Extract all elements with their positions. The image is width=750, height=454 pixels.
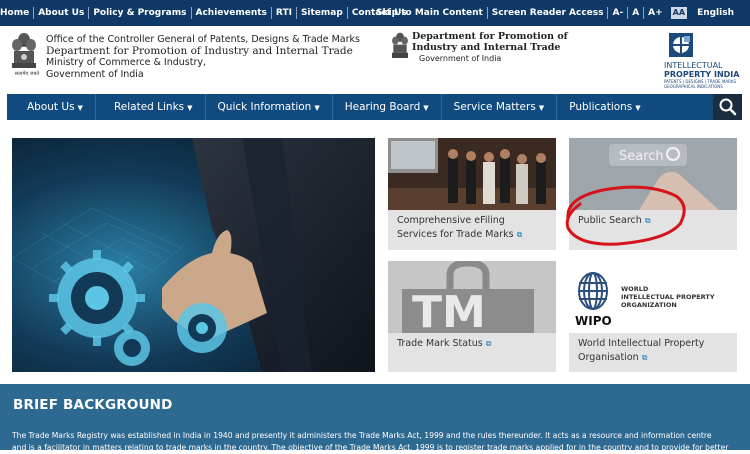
external-link-icon: ⧉ xyxy=(516,230,523,239)
wipo-card-label: World Intellectual Property Organisation… xyxy=(578,337,728,365)
wipo-logo-line2: INTELLECTUAL PROPERTY xyxy=(621,293,715,301)
dpiit-line3: Government of India xyxy=(419,54,502,63)
caret-down-icon: ▼ xyxy=(635,104,641,112)
caret-down-icon: ▼ xyxy=(423,104,429,112)
high-contrast-button[interactable]: AA xyxy=(670,7,688,19)
caret-down-icon: ▼ xyxy=(187,104,193,112)
dpiit-logo-text: Department for Promotion of Industry and… xyxy=(412,31,568,64)
top-link-rti[interactable]: RTI xyxy=(272,7,297,19)
caret-down-icon: ▼ xyxy=(77,104,83,112)
caret-down-icon: ▼ xyxy=(314,104,320,112)
government-title: Government of India xyxy=(46,68,144,80)
brief-line-1: The Trade Marks Registry was established… xyxy=(12,431,712,440)
efiling-card-image xyxy=(388,138,556,210)
screen-reader-access-link[interactable]: Screen Reader Access xyxy=(488,7,609,19)
ip-line4: GEOGRAPHICAL INDICATIONS xyxy=(664,84,723,89)
nav-publications[interactable]: Publications ▼ xyxy=(557,94,652,120)
wipo-logo: WIPO WORLD INTELLECTUAL PROPERTY ORGANIZ… xyxy=(569,261,737,333)
language-selector[interactable]: English xyxy=(693,7,738,19)
nav-hearing-board[interactable]: Hearing Board ▼ xyxy=(333,94,442,120)
wipo-card-image: WIPO WORLD INTELLECTUAL PROPERTY ORGANIZ… xyxy=(569,261,737,333)
ip-line2: PROPERTY INDIA xyxy=(664,70,740,79)
efiling-card-label: Comprehensive eFiling Services for Trade… xyxy=(397,214,547,242)
efiling-card-text: Comprehensive eFiling Services for Trade… xyxy=(397,215,514,240)
dpiit-emblem-icon xyxy=(390,30,410,66)
main-navigation: About Us ▼ Related Links ▼ Quick Informati… xyxy=(7,94,742,120)
ip-india-logo[interactable]: INTELLECTUAL PROPERTY INDIA PATENTS | DE… xyxy=(664,31,744,91)
top-links: Home About Us Policy & Programs Achievem… xyxy=(0,7,411,19)
caret-down-icon: ▼ xyxy=(538,104,545,112)
brief-line-2: and is a facilitator in matters relating… xyxy=(12,443,729,452)
tm-image-text: TM xyxy=(412,287,486,333)
hero-banner-image xyxy=(12,138,375,372)
lion-capital-small-icon xyxy=(392,32,408,58)
wipo-logo-line3: ORGANIZATION xyxy=(621,301,677,309)
search-image-text: Search xyxy=(619,149,664,164)
people-at-event-photo xyxy=(388,138,556,210)
top-link-home[interactable]: Home xyxy=(0,7,35,19)
emblem-caption: सत्यमेव जयते xyxy=(14,71,40,77)
dpiit-line2: Industry and Internal Trade xyxy=(412,42,561,53)
brief-background-section: BRIEF BACKGROUND The Trade Marks Registr… xyxy=(0,384,750,452)
nav-related-links[interactable]: Related Links ▼ xyxy=(96,94,206,120)
nav-hearing-board-label: Hearing Board xyxy=(344,101,421,113)
wipo-logo-line1: WORLD xyxy=(621,285,649,293)
top-utility-bar: Home About Us Policy & Programs Achievem… xyxy=(0,0,750,26)
nav-about-us[interactable]: About Us ▼ xyxy=(7,94,96,120)
dpiit-line1: Department for Promotion of xyxy=(412,31,568,42)
font-decrease-button[interactable]: A- xyxy=(608,7,629,19)
search-button[interactable] xyxy=(713,94,742,120)
ministry-title: Ministry of Commerce & Industry, xyxy=(46,57,207,68)
font-increase-button[interactable]: A+ xyxy=(644,7,667,19)
font-normal-button[interactable]: A xyxy=(628,7,645,19)
top-link-policy-programs[interactable]: Policy & Programs xyxy=(89,7,192,19)
nav-service-matters-label: Service Matters xyxy=(453,101,536,113)
skip-to-main-content-link[interactable]: Skip to Main Content xyxy=(372,7,488,19)
office-title-block: Office of the Controller General of Pate… xyxy=(46,34,360,80)
brief-background-text: The Trade Marks Registry was established… xyxy=(12,430,750,454)
wipo-abbr: WIPO xyxy=(575,314,612,328)
national-emblem-icon: सत्यमेव जयते xyxy=(9,31,39,81)
top-link-sitemap[interactable]: Sitemap xyxy=(297,7,348,19)
wipo-card[interactable]: WIPO WORLD INTELLECTUAL PROPERTY ORGANIZ… xyxy=(569,261,737,372)
tm-padlock-photo: TM xyxy=(388,261,556,333)
ip-line1: INTELLECTUAL xyxy=(664,61,723,70)
gears-hand-illustration xyxy=(12,138,375,372)
trade-mark-status-card-image: TM xyxy=(388,261,556,333)
annotation-circle xyxy=(565,185,686,246)
efiling-card[interactable]: Comprehensive eFiling Services for Trade… xyxy=(388,138,556,250)
ip-india-text: INTELLECTUAL PROPERTY INDIA PATENTS | DE… xyxy=(664,61,739,89)
top-link-about-us[interactable]: About Us xyxy=(34,7,90,19)
nav-quick-information[interactable]: Quick Information ▼ xyxy=(206,94,333,120)
department-title: Department for Promotion of Industry and… xyxy=(46,44,353,57)
brief-background-heading: BRIEF BACKGROUND xyxy=(13,397,173,413)
trade-mark-status-card[interactable]: TM Trade Mark Status ⧉ xyxy=(388,261,556,372)
nav-related-links-label: Related Links xyxy=(113,101,185,113)
external-link-icon: ⧉ xyxy=(641,353,648,362)
accessibility-tools: Skip to Main Content Screen Reader Acces… xyxy=(372,7,738,19)
office-title: Office of the Controller General of Pate… xyxy=(46,34,360,45)
search-icon xyxy=(719,98,737,116)
trade-mark-status-text: Trade Mark Status xyxy=(397,338,483,349)
top-link-achievements[interactable]: Achievements xyxy=(192,7,272,19)
nav-quick-information-label: Quick Information xyxy=(217,101,312,113)
site-header: सत्यमेव जयते Office of the Controller Ge… xyxy=(0,26,750,93)
ip-india-logo-icon xyxy=(666,31,700,59)
nav-service-matters[interactable]: Service Matters ▼ xyxy=(442,94,558,120)
external-link-icon: ⧉ xyxy=(485,339,492,348)
nav-about-us-label: About Us xyxy=(27,101,75,113)
nav-publications-label: Publications xyxy=(569,101,633,113)
trade-mark-status-label: Trade Mark Status ⧉ xyxy=(397,337,492,351)
